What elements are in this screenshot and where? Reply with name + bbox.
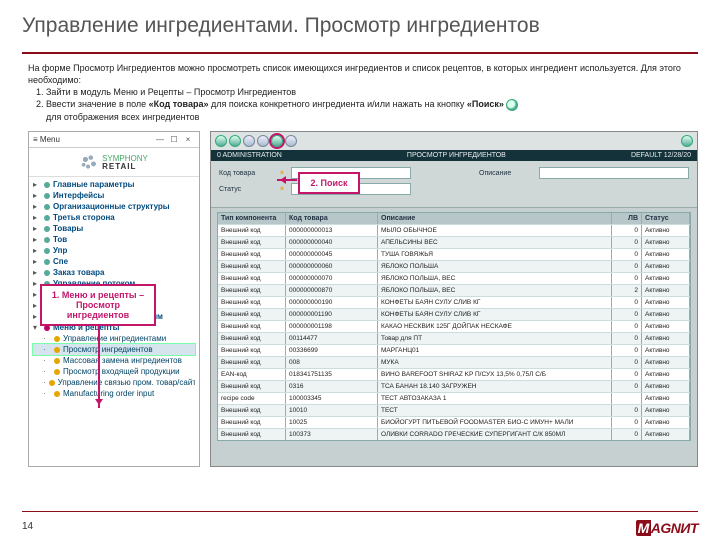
sidebar-item[interactable]: ·Управление связью пром. товар/сайт — [33, 377, 195, 388]
sidebar-item-view-ingredients[interactable]: ·Просмотр ингредиентов — [33, 344, 195, 355]
intro-step1: Зайти в модуль Меню и Рецепты – Просмотр… — [46, 86, 698, 98]
maximize-icon[interactable]: ☐ — [167, 135, 181, 144]
toolbar — [211, 132, 697, 150]
col-lb[interactable]: ЛВ — [612, 213, 642, 224]
intro-p1: На форме Просмотр Ингредиентов можно про… — [28, 62, 698, 86]
sidebar-item[interactable]: ▸Главные параметры — [33, 179, 195, 190]
hamburger-icon[interactable]: ≡ — [33, 135, 38, 144]
col-status[interactable]: Статус — [642, 213, 690, 224]
menu-title: Menu — [40, 135, 60, 144]
sidebar-item[interactable]: ·Просмотр входящей продукции — [33, 366, 195, 377]
search-button[interactable] — [271, 135, 283, 147]
crumb-right: DEFAULT 12/28/20 — [631, 152, 691, 159]
arrow-callout2 — [277, 179, 297, 181]
table-row[interactable]: Внешний код000000000040АПЕЛЬСИНЫ ВЕС0Акт… — [218, 236, 690, 248]
table-row[interactable]: Внешний код000000000190КОНФЕТЫ БАЯН СУЛУ… — [218, 296, 690, 308]
table-row[interactable]: Внешний код000000000870ЯБЛОКО ПОЛЬША, ВЕ… — [218, 284, 690, 296]
crumb-center: ПРОСМОТР ИНГРЕДИЕНТОВ — [282, 152, 631, 159]
col-type[interactable]: Тип компонента — [218, 213, 286, 224]
filter-status-label: Статус — [219, 186, 273, 193]
minimize-icon[interactable]: — — [153, 135, 167, 144]
sidebar-item[interactable]: ·Manufacturing order input — [33, 388, 195, 399]
table-row[interactable]: EAN-код018341751135ВИНО BAREFOOT SHIRAZ … — [218, 368, 690, 380]
table-row[interactable]: Внешний код000000001198КАКАО НЕСКВИК 125… — [218, 320, 690, 332]
crumb-left: 0 ADMINISTRATION — [217, 152, 282, 159]
logo-icon — [80, 154, 98, 172]
breadcrumb: 0 ADMINISTRATION ПРОСМОТР ИНГРЕДИЕНТОВ D… — [211, 150, 697, 161]
required-icon: ✶ — [279, 185, 285, 193]
tool-icon[interactable] — [285, 135, 297, 147]
table-row[interactable]: Внешний код00114477Товар для ПТ0Активно — [218, 332, 690, 344]
results-grid: Тип компонента Код товара Описание ЛВ Ст… — [217, 212, 691, 441]
table-row[interactable]: Внешний код10025БИОЙОГУРТ ПИТЬЕВОЙ FOODM… — [218, 416, 690, 428]
nav-prev-icon[interactable] — [215, 135, 227, 147]
table-row[interactable]: Внешний код000000000070ЯБЛОКО ПОЛЬША, ВЕ… — [218, 272, 690, 284]
sidebar-item[interactable]: ·Управление ингредиентами — [33, 333, 195, 344]
sidebar-item[interactable]: ▸Заказ товара — [33, 267, 195, 278]
table-row[interactable]: Внешний код0316ТСА БАНАН 18.140 ЗАГРУЖЕН… — [218, 380, 690, 392]
sidebar-item[interactable]: ▸Интерфейсы — [33, 190, 195, 201]
filter-desc-label: Описание — [479, 170, 533, 177]
table-row[interactable]: recipe code100003345ТЕСТ АВТОЗАКАЗА 1Акт… — [218, 392, 690, 404]
slide-title: Управление ингредиентами. Просмотр ингре… — [22, 14, 698, 38]
filter-desc-input[interactable] — [539, 167, 689, 179]
sidebar-item[interactable]: ▸Спе — [33, 256, 195, 267]
table-row[interactable]: Внешний код00336699МАРГАНЦ010Активно — [218, 344, 690, 356]
callout-menu: 1. Меню и рецепты – Просмотр ингредиенто… — [40, 284, 156, 326]
tool-icon[interactable] — [243, 135, 255, 147]
table-row[interactable]: Внешний код008МУКА0Активно — [218, 356, 690, 368]
sidebar-item[interactable]: ·Массовая замена ингредиентов — [33, 355, 195, 366]
arrow-callout1 — [98, 314, 100, 408]
logo: SYMPHONYRETAIL — [29, 148, 199, 177]
sidebar-item[interactable]: ▸Упр — [33, 245, 195, 256]
col-desc[interactable]: Описание — [378, 213, 612, 224]
nav-next-icon[interactable] — [229, 135, 241, 147]
sidebar-item[interactable]: ▸Тов — [33, 234, 195, 245]
search-icon — [506, 99, 518, 111]
refresh-icon[interactable] — [681, 135, 693, 147]
table-row[interactable]: Внешний код100373ОЛИВКИ СORRADO ГРЕЧЕСКИ… — [218, 428, 690, 440]
table-row[interactable]: Внешний код10010ТЕСТ0Активно — [218, 404, 690, 416]
table-row[interactable]: Внешний код000000000045ТУША ГОВЯЖЬЯ0Акти… — [218, 248, 690, 260]
intro-block: На форме Просмотр Ингредиентов можно про… — [22, 62, 698, 123]
table-row[interactable]: Внешний код000000001190КОНФЕТЫ БАЯН СУЛУ… — [218, 308, 690, 320]
filter-panel: Код товара ✶ Описание Статус ✶ — [211, 161, 697, 208]
intro-step2: Ввести значение в поле «Код товара» для … — [46, 98, 698, 123]
tool-icon[interactable] — [257, 135, 269, 147]
col-code[interactable]: Код товара — [286, 213, 378, 224]
sidebar-item[interactable]: ▸Товары — [33, 223, 195, 234]
table-row[interactable]: Внешний код000000000013МЫЛО ОБЫЧНОЕ0Акти… — [218, 224, 690, 236]
grid-header: Тип компонента Код товара Описание ЛВ Ст… — [218, 213, 690, 224]
sidebar-item[interactable]: ▸Организационные структуры — [33, 201, 195, 212]
brand-logo: MAGNИТ — [636, 520, 698, 536]
close-icon[interactable]: × — [181, 135, 195, 144]
filter-code-label: Код товара — [219, 170, 273, 177]
table-row[interactable]: Внешний код000000000060ЯБЛОКО ПОЛЬША0Акт… — [218, 260, 690, 272]
divider-top — [22, 52, 698, 54]
sidebar-item[interactable]: ▸Третья сторона — [33, 212, 195, 223]
menu-titlebar: ≡ Menu — ☐ × — [29, 132, 199, 148]
callout-search: 2. Поиск — [298, 172, 360, 194]
page-number: 14 — [22, 521, 33, 532]
